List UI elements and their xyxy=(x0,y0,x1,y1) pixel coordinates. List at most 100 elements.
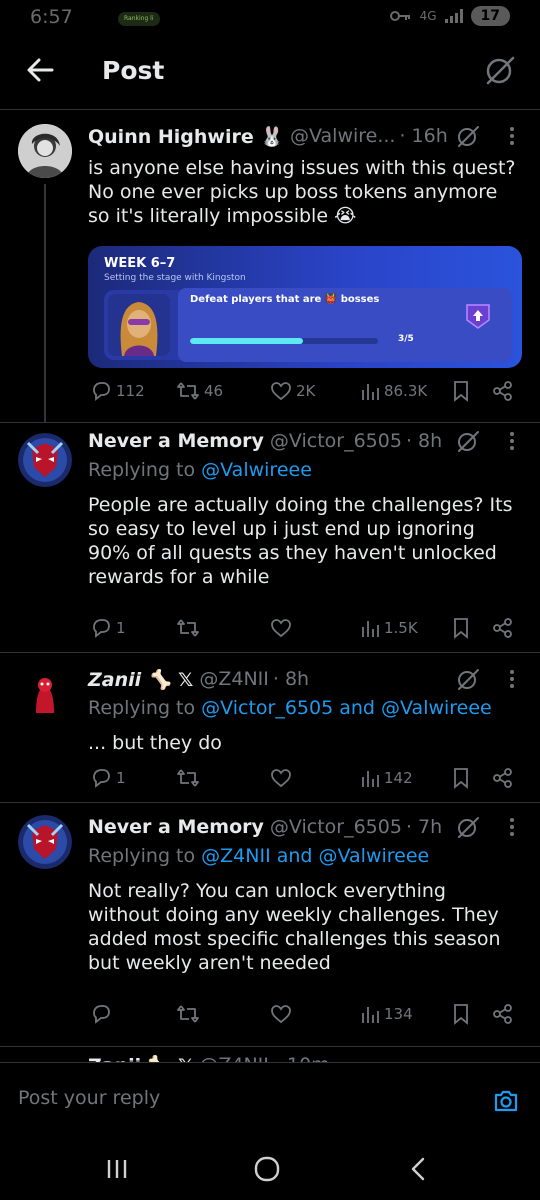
post-meta: Zanii 🦴 𝕏 @Z4NII · 8h xyxy=(88,665,522,693)
back-icon[interactable] xyxy=(404,1154,434,1184)
quest-week: WEEK 6–7 xyxy=(104,256,176,271)
reply-count: 1 xyxy=(116,769,126,787)
views-icon xyxy=(362,384,379,400)
reply-count: 1 xyxy=(116,619,126,637)
author-name[interactable]: Never a Memory xyxy=(88,816,264,838)
status-icons: 4G 17 xyxy=(389,6,510,26)
reply-button[interactable]: 112 xyxy=(90,378,145,404)
post-time: · 8h xyxy=(272,668,310,690)
avatar[interactable] xyxy=(18,124,72,178)
views-button[interactable]: 134 xyxy=(360,1001,413,1027)
repost-button[interactable] xyxy=(176,765,200,791)
post-actions: 112 46 2K 86.3K xyxy=(88,378,522,404)
more-options-icon[interactable] xyxy=(506,427,518,455)
share-icon[interactable] xyxy=(492,767,514,789)
page-title: Post xyxy=(102,56,165,85)
battery-level: 17 xyxy=(470,6,510,26)
share-icon[interactable] xyxy=(492,380,514,402)
repost-icon xyxy=(177,769,199,787)
author-handle[interactable]: @Valwire... xyxy=(290,125,395,147)
author-name[interactable]: Never a Memory xyxy=(88,430,264,452)
author-handle[interactable]: @Z4NII · 10m xyxy=(199,1054,329,1062)
top-app-bar: Post xyxy=(0,36,540,110)
like-button[interactable] xyxy=(270,1001,292,1027)
reply-input[interactable]: Post your reply xyxy=(18,1087,160,1109)
replying-to: Replying to @Victor_6505 and @Valwireee xyxy=(88,697,522,725)
author-name[interactable]: Zanii 🦴 𝕏 xyxy=(88,668,193,691)
more-options-icon[interactable] xyxy=(506,665,518,693)
grok-icon[interactable] xyxy=(456,124,480,148)
views-button[interactable]: 142 xyxy=(360,765,413,791)
grok-icon[interactable] xyxy=(456,429,480,453)
heart-icon xyxy=(271,382,291,401)
author-handle[interactable]: @Victor_6505 xyxy=(270,816,402,838)
status-notification-pill: Ranking li xyxy=(118,12,160,26)
views-button[interactable]: 1.5K xyxy=(360,615,418,641)
post-meta: Quinn Highwire 🐰 @Valwire... · 16h xyxy=(88,122,522,150)
quest-objective-text: Defeat players that are 👹 bosses xyxy=(190,294,380,305)
post-actions: 1 1.5K xyxy=(88,615,522,641)
reply-post[interactable]: Never a Memory @Victor_6505 · 7h Replyin… xyxy=(0,802,540,1044)
avatar[interactable] xyxy=(18,433,72,487)
avatar[interactable] xyxy=(18,667,72,721)
reply-count: 112 xyxy=(116,382,145,400)
like-button[interactable] xyxy=(270,615,292,641)
post-meta: Never a Memory @Victor_6505 · 7h xyxy=(88,813,522,841)
repost-button[interactable] xyxy=(176,615,200,641)
more-options-icon[interactable] xyxy=(506,122,518,150)
author-name[interactable]: Quinn Highwire 🐰 xyxy=(88,125,284,148)
views-icon xyxy=(362,621,379,637)
bookmark-icon[interactable] xyxy=(452,1003,470,1025)
repost-icon xyxy=(177,382,199,400)
like-button[interactable] xyxy=(270,765,292,791)
views-button[interactable]: 86.3K xyxy=(360,378,427,404)
repost-button[interactable]: 46 xyxy=(176,378,223,404)
quest-card-image[interactable]: WEEK 6–7 Setting the stage with Kingston… xyxy=(88,246,522,368)
recent-apps-icon[interactable] xyxy=(102,1154,132,1184)
author-handle[interactable]: @Z4NII xyxy=(199,668,269,690)
views-count: 1.5K xyxy=(384,619,418,637)
post-text: ... but they do xyxy=(88,732,222,754)
bookmark-icon[interactable] xyxy=(452,380,470,402)
back-arrow-icon[interactable] xyxy=(22,52,58,88)
quest-subtitle: Setting the stage with Kingston xyxy=(104,273,246,283)
replying-prefix: Replying to xyxy=(88,459,202,481)
main-post[interactable]: Quinn Highwire 🐰 @Valwire... · 16h is an… xyxy=(0,112,540,422)
avatar[interactable] xyxy=(18,815,72,869)
replying-to: Replying to @Valwireee xyxy=(88,459,522,487)
bookmark-icon[interactable] xyxy=(452,617,470,639)
replying-to-link[interactable]: @Victor_6505 and @Valwireee xyxy=(201,697,492,719)
grok-icon[interactable] xyxy=(456,667,480,691)
reply-button[interactable]: 1 xyxy=(90,615,126,641)
post-actions: 1 142 xyxy=(88,765,522,791)
replying-prefix: Replying to xyxy=(88,845,202,867)
reply-post[interactable]: Never a Memory @Victor_6505 · 8h Replyin… xyxy=(0,422,540,650)
reply-post[interactable]: Zanii 🦴 𝕏 @Z4NII · 8h Replying to @Victo… xyxy=(0,652,540,800)
like-button[interactable]: 2K xyxy=(270,378,315,404)
partial-reply-post[interactable]: Zanii 🦴 𝕏 @Z4NII · 10m xyxy=(0,1046,540,1062)
grok-icon[interactable] xyxy=(484,54,516,86)
grok-icon[interactable] xyxy=(456,815,480,839)
home-icon[interactable] xyxy=(252,1154,282,1184)
repost-count: 46 xyxy=(204,382,224,400)
repost-icon xyxy=(177,1005,199,1023)
quest-progress-count: 3/5 xyxy=(398,334,414,344)
bookmark-icon[interactable] xyxy=(452,767,470,789)
signal-icon xyxy=(444,9,463,23)
replying-to-link[interactable]: @Z4NII and @Valwireee xyxy=(201,845,429,867)
more-options-icon[interactable] xyxy=(506,813,518,841)
repost-button[interactable] xyxy=(176,1001,200,1027)
share-icon[interactable] xyxy=(492,617,514,639)
reply-button[interactable]: 1 xyxy=(90,765,126,791)
camera-icon[interactable] xyxy=(492,1087,520,1115)
replying-to-link[interactable]: @Valwireee xyxy=(201,459,312,481)
replying-to: Replying to @Z4NII and @Valwireee xyxy=(88,845,522,873)
reply-button[interactable] xyxy=(90,1001,112,1027)
system-navigation-bar xyxy=(0,1138,540,1200)
views-count: 142 xyxy=(384,769,413,787)
author-handle[interactable]: @Victor_6505 xyxy=(270,430,402,452)
rank-up-badge-icon xyxy=(466,304,490,329)
post-text: is anyone else having issues with this q… xyxy=(88,157,516,227)
share-icon[interactable] xyxy=(492,1003,514,1025)
author-name[interactable]: Zanii 🦴 𝕏 xyxy=(88,1054,193,1063)
